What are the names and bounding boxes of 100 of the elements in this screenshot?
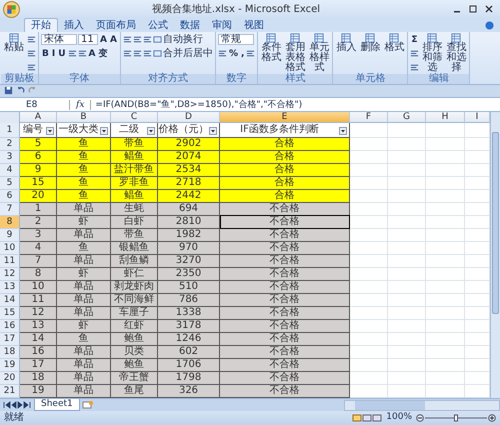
column-header[interactable]: I (465, 112, 490, 123)
format-button[interactable]: A (99, 34, 108, 44)
new-sheet-icon[interactable] (82, 401, 94, 409)
dropdown-icon[interactable] (209, 127, 217, 135)
row-header[interactable]: 18 (0, 346, 20, 359)
office-button[interactable] (3, 0, 20, 18)
dropdown-field[interactable]: 常规 (218, 34, 254, 45)
ribbon-button[interactable]: 插入 (335, 33, 358, 53)
format-button[interactable]: I (50, 48, 56, 58)
row-header[interactable]: 11 (0, 255, 20, 268)
formula-field[interactable]: =IF(AND(B8="鱼",D8>=1850),"合格","不合格") (91, 98, 302, 111)
row-header[interactable]: 12 (0, 268, 20, 281)
undo-icon[interactable] (16, 86, 25, 95)
column-header[interactable]: E (220, 112, 350, 123)
dropdown-icon[interactable] (100, 127, 108, 135)
name-box[interactable]: E8 (0, 100, 70, 110)
maximize-icon[interactable] (468, 4, 478, 14)
format-button[interactable]: B (41, 48, 50, 58)
dropdown-icon[interactable] (339, 127, 347, 135)
ribbon-tab[interactable]: 数据 (174, 19, 206, 32)
row-header[interactable]: 21 (0, 385, 20, 398)
column-header[interactable]: H (426, 112, 465, 123)
dropdown-field[interactable]: 11 (78, 34, 98, 45)
zoom-level[interactable]: 100% (386, 412, 412, 423)
lines-icon[interactable] (27, 35, 36, 44)
lines-icon[interactable] (132, 49, 142, 58)
sheet-navigation-icon[interactable] (3, 401, 31, 409)
format-button[interactable]: Σ (410, 34, 419, 44)
dropdown-icon[interactable] (46, 127, 54, 135)
format-button[interactable]: U (57, 48, 67, 58)
ribbon-button[interactable]: 排序和筛选 (421, 33, 444, 73)
ribbon-button[interactable]: 格式 (383, 33, 406, 53)
lines-icon[interactable] (246, 49, 256, 58)
row-header[interactable]: 17 (0, 333, 20, 346)
ribbon-button[interactable]: 套用表格格式 (284, 33, 306, 73)
ribbon-tab[interactable]: 审阅 (206, 19, 238, 32)
row-header[interactable]: 8 (0, 216, 20, 229)
ribbon-button[interactable]: 查找和选择 (445, 33, 468, 73)
save-icon[interactable] (4, 86, 13, 95)
view-buttons-icon[interactable] (352, 414, 382, 422)
ribbon-button[interactable]: 自动换行 (152, 34, 203, 44)
format-button[interactable]: 变 (98, 48, 109, 58)
horizontal-scrollbar[interactable] (344, 400, 500, 410)
dropdown-icon[interactable] (147, 127, 155, 135)
row-header[interactable]: 2 (0, 138, 20, 151)
sheet-tab[interactable]: Sheet1 (34, 399, 80, 411)
ribbon-tab[interactable]: 视图 (238, 19, 270, 32)
column-header[interactable]: G (388, 112, 426, 123)
format-button[interactable]: , (240, 48, 246, 58)
ribbon-tab[interactable]: 开始 (24, 18, 58, 32)
row-header[interactable]: 13 (0, 281, 20, 294)
format-button[interactable]: A (108, 34, 118, 44)
lines-icon[interactable] (27, 49, 36, 58)
row-header[interactable]: 16 (0, 320, 20, 333)
lines-icon[interactable] (142, 49, 152, 58)
column-header[interactable]: C (111, 112, 158, 123)
zoom-slider[interactable] (416, 414, 496, 422)
lines-icon[interactable] (27, 63, 36, 72)
table-cell: 单品 (57, 229, 111, 242)
ribbon-tab[interactable]: 插入 (58, 19, 90, 32)
ribbon-button[interactable]: 粘贴 (3, 33, 25, 53)
vertical-scrollbar[interactable] (490, 112, 500, 398)
lines-icon[interactable] (68, 49, 77, 58)
lines-icon[interactable] (78, 49, 87, 58)
row-header[interactable]: 7 (0, 203, 20, 216)
insert-function-button[interactable]: fx (70, 100, 92, 110)
ribbon-tab[interactable]: 页面布局 (90, 19, 142, 32)
row-header[interactable]: 5 (0, 177, 20, 190)
row-header[interactable]: 9 (0, 229, 20, 242)
row-header[interactable]: 3 (0, 151, 20, 164)
lines-icon[interactable] (410, 63, 420, 72)
ribbon-button[interactable]: 单元格样式 (308, 33, 330, 73)
lines-icon[interactable] (122, 35, 132, 44)
row-header[interactable]: 20 (0, 372, 20, 385)
column-header[interactable]: B (57, 112, 111, 123)
row-header[interactable]: 19 (0, 359, 20, 372)
ribbon-button[interactable]: 删除 (359, 33, 382, 53)
ribbon-button[interactable]: 条件格式 (260, 33, 282, 63)
lines-icon[interactable] (218, 49, 227, 58)
lines-icon[interactable] (132, 35, 142, 44)
close-icon[interactable] (484, 4, 494, 14)
lines-icon[interactable] (122, 49, 132, 58)
ribbon-button[interactable]: 合并后居中 (152, 48, 213, 58)
ribbon-tab[interactable]: 公式 (142, 19, 174, 32)
dropdown-field[interactable]: 宋体 (41, 34, 77, 45)
format-button[interactable]: % (228, 48, 239, 58)
lines-icon[interactable] (142, 35, 152, 44)
row-header[interactable]: 6 (0, 190, 20, 203)
column-header[interactable]: D (158, 112, 220, 123)
row-header[interactable]: 14 (0, 294, 20, 307)
slider-thumb[interactable] (454, 414, 458, 422)
format-button[interactable]: A (88, 48, 97, 58)
row-header[interactable]: 15 (0, 307, 20, 320)
table-cell: 2534 (158, 164, 220, 177)
row-header[interactable]: 10 (0, 242, 20, 255)
row-header[interactable]: 1 (0, 123, 20, 138)
row-header[interactable]: 4 (0, 164, 20, 177)
column-header[interactable]: A (20, 112, 57, 123)
column-header[interactable]: F (350, 112, 388, 123)
lines-icon[interactable] (410, 49, 420, 58)
